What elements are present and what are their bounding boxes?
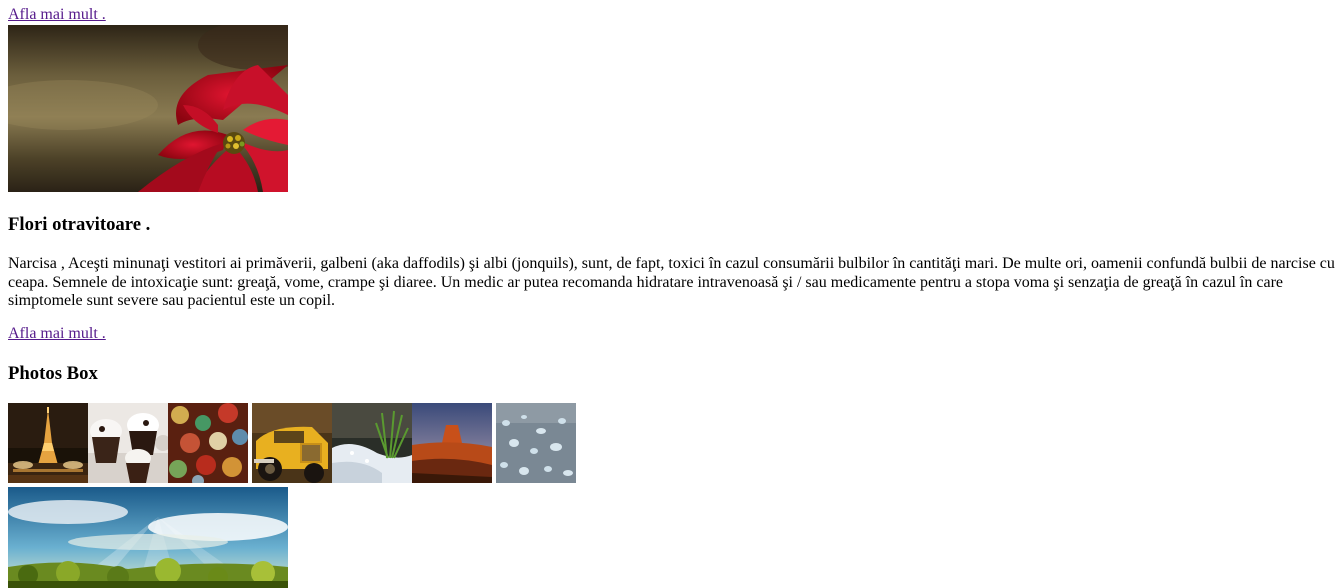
photo-thumbnail-eiffel-tower[interactable] [8, 403, 88, 483]
photo-thumbnail-bokeh-lights[interactable] [168, 403, 248, 483]
hero-image-poinsettia [8, 25, 288, 192]
read-more-link-bottom[interactable]: Afla mai mult . [8, 325, 106, 343]
article-line-1: Narcisa , Aceşti minunaţi vestitori ai p… [8, 255, 1335, 272]
article-heading: Flori otravitoare . [8, 214, 151, 235]
photo-featured-landscape[interactable] [8, 487, 288, 588]
photo-thumbnail-water-droplets[interactable] [496, 403, 576, 483]
article-text: Narcisa , Aceşti minunaţi vestitori ai p… [8, 255, 1343, 311]
photo-thumbnail-cupcakes[interactable] [88, 403, 168, 483]
photos-box-heading: Photos Box [8, 363, 98, 384]
article-line-3: simptomele sunt severe sau pacientul est… [8, 292, 336, 309]
read-more-link-top[interactable]: Afla mai mult . [8, 6, 106, 24]
article-line-2: ceapa. Semnele de intoxicaţie sunt: grea… [8, 273, 1283, 291]
photo-thumbnail-desert-butte[interactable] [412, 403, 492, 483]
photo-thumbnail-snow-grass[interactable] [332, 403, 412, 483]
photo-thumbnail-yellow-truck[interactable] [252, 403, 332, 483]
